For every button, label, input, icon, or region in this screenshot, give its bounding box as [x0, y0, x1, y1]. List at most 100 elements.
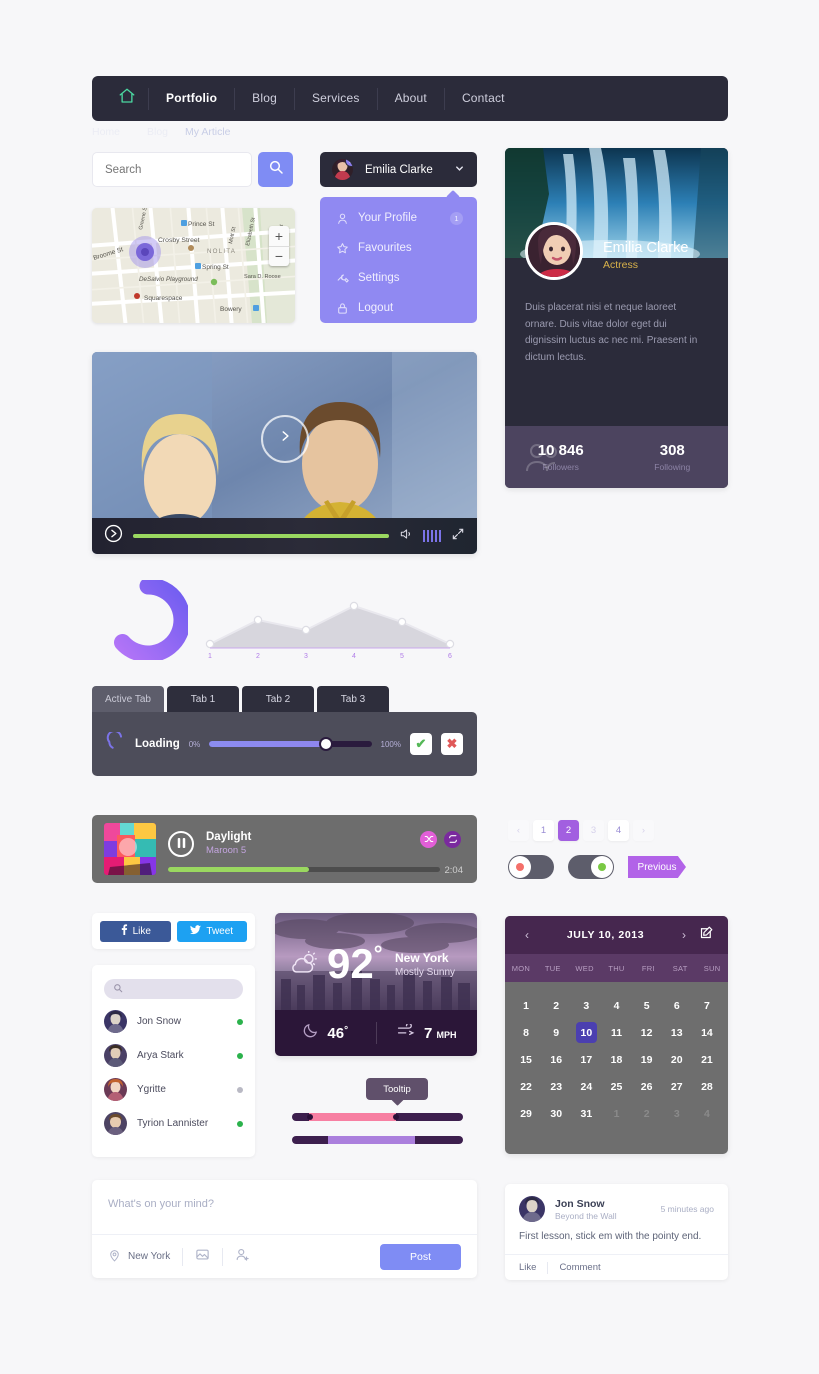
shuffle-button[interactable] — [420, 831, 437, 848]
calendar-day[interactable]: 22 — [511, 1073, 541, 1100]
expand-icon[interactable] — [451, 527, 465, 546]
nav-link-portfolio[interactable]: Portfolio — [149, 76, 234, 121]
dropdown-item-favourites[interactable]: Favourites — [320, 233, 477, 263]
calendar-day[interactable]: 4 — [601, 992, 631, 1019]
add-person-icon[interactable] — [235, 1247, 250, 1267]
calendar-day[interactable]: 9 — [541, 1019, 571, 1046]
calendar-day[interactable]: 18 — [601, 1046, 631, 1073]
calendar-day[interactable]: 16 — [541, 1046, 571, 1073]
music-play-pause-button[interactable] — [168, 831, 194, 857]
calendar-next-button[interactable]: › — [676, 928, 692, 942]
reject-button[interactable]: ✖ — [441, 733, 463, 755]
range-slider-2[interactable] — [292, 1136, 463, 1144]
calendar-day[interactable]: 11 — [601, 1019, 631, 1046]
user-dropdown-toggle[interactable]: 3 Emilia Clarke — [320, 152, 477, 187]
search-input[interactable] — [105, 163, 239, 176]
nav-link-services[interactable]: Services — [295, 76, 377, 121]
calendar-day[interactable]: 17 — [571, 1046, 601, 1073]
repeat-button[interactable] — [444, 831, 461, 848]
calendar-day[interactable]: 13 — [662, 1019, 692, 1046]
range-slider-1[interactable] — [292, 1113, 463, 1121]
calendar-day[interactable]: 15 — [511, 1046, 541, 1073]
breadcrumb-item-faded-a[interactable]: Home — [92, 126, 120, 138]
slider-knob[interactable] — [319, 737, 334, 751]
calendar-day[interactable]: 23 — [541, 1073, 571, 1100]
page-4[interactable]: 4 — [608, 820, 629, 841]
dropdown-item-your-profile[interactable]: Your Profile 1 — [320, 203, 477, 233]
map-zoom-out-button[interactable]: − — [269, 247, 289, 267]
nav-link-contact[interactable]: Contact — [445, 76, 522, 121]
breadcrumb-item-faded-b[interactable]: Blog — [147, 126, 168, 138]
image-icon[interactable] — [195, 1247, 210, 1267]
calendar-day[interactable]: 3 — [662, 1100, 692, 1127]
video-player[interactable] — [92, 352, 477, 554]
calendar-day[interactable]: 27 — [662, 1073, 692, 1100]
volume-level-bars[interactable] — [422, 530, 441, 542]
calendar-day[interactable]: 2 — [541, 992, 571, 1019]
contact-row[interactable]: Arya Stark — [104, 1044, 243, 1067]
page-3[interactable]: 3 — [583, 820, 604, 841]
calendar-day[interactable]: 2 — [632, 1100, 662, 1127]
facebook-like-button[interactable]: Like — [100, 920, 171, 942]
calendar-day[interactable]: 7 — [692, 992, 722, 1019]
breadcrumb-item-current[interactable]: My Article — [185, 126, 231, 138]
range-knob-left[interactable] — [307, 1114, 313, 1120]
page-1[interactable]: 1 — [533, 820, 554, 841]
calendar-day[interactable]: 12 — [632, 1019, 662, 1046]
calendar-day[interactable]: 1 — [601, 1100, 631, 1127]
home-button[interactable] — [106, 87, 148, 110]
map-widget[interactable]: Prince St Crosby Street NOLITA Spring St… — [92, 208, 295, 323]
calendar-day[interactable]: 5 — [632, 992, 662, 1019]
composer-location-button[interactable]: New York — [108, 1249, 170, 1265]
nav-link-blog[interactable]: Blog — [235, 76, 294, 121]
toggle-off[interactable] — [508, 855, 554, 879]
play-circle-icon[interactable] — [104, 524, 123, 548]
calendar-day[interactable]: 31 — [571, 1100, 601, 1127]
calendar-day[interactable]: 4 — [692, 1100, 722, 1127]
tab-3[interactable]: Tab 3 — [317, 686, 389, 712]
search-field-wrapper[interactable] — [92, 152, 252, 187]
nav-link-about[interactable]: About — [378, 76, 444, 121]
dropdown-item-logout[interactable]: Logout — [320, 293, 477, 323]
tab-1[interactable]: Tab 1 — [167, 686, 239, 712]
tab-active[interactable]: Active Tab — [92, 686, 164, 712]
calendar-prev-button[interactable]: ‹ — [519, 928, 535, 942]
speaker-icon[interactable] — [399, 527, 413, 546]
search-button[interactable] — [258, 152, 293, 187]
calendar-day-selected[interactable]: 10 — [571, 1019, 601, 1046]
post-button[interactable]: Post — [380, 1243, 461, 1270]
progress-slider[interactable] — [209, 737, 372, 751]
calendar-day[interactable]: 28 — [692, 1073, 722, 1100]
tab-2[interactable]: Tab 2 — [242, 686, 314, 712]
calendar-day[interactable]: 24 — [571, 1073, 601, 1100]
contact-row[interactable]: Jon Snow — [104, 1010, 243, 1033]
map-zoom-in-button[interactable]: + — [269, 226, 289, 247]
calendar-day[interactable]: 8 — [511, 1019, 541, 1046]
contacts-search-input[interactable] — [104, 979, 243, 999]
calendar-day[interactable]: 26 — [632, 1073, 662, 1100]
twitter-tweet-button[interactable]: Tweet — [176, 920, 247, 942]
page-next[interactable]: › — [633, 820, 654, 841]
music-progress-bar[interactable] — [168, 867, 440, 872]
page-2[interactable]: 2 — [558, 820, 579, 841]
calendar-day[interactable]: 6 — [662, 992, 692, 1019]
calendar-day[interactable]: 21 — [692, 1046, 722, 1073]
video-progress-bar[interactable] — [133, 534, 389, 538]
calendar-day[interactable]: 30 — [541, 1100, 571, 1127]
toggle-on[interactable] — [568, 855, 614, 879]
calendar-day[interactable]: 29 — [511, 1100, 541, 1127]
calendar-day[interactable]: 20 — [662, 1046, 692, 1073]
previous-button[interactable]: Previous — [628, 856, 686, 878]
composer-textarea[interactable]: What's on your mind? — [92, 1180, 477, 1228]
calendar-day[interactable]: 3 — [571, 992, 601, 1019]
range-knob-right[interactable] — [393, 1114, 399, 1120]
calendar-day[interactable]: 1 — [511, 992, 541, 1019]
video-play-button[interactable] — [260, 414, 309, 463]
accept-button[interactable]: ✔ — [410, 733, 432, 755]
comment-reply-button[interactable]: Comment — [559, 1262, 600, 1273]
calendar-day[interactable]: 25 — [601, 1073, 631, 1100]
contact-row[interactable]: Tyrion Lannister — [104, 1112, 243, 1135]
calendar-day[interactable]: 19 — [632, 1046, 662, 1073]
page-prev[interactable]: ‹ — [508, 820, 529, 841]
comment-like-button[interactable]: Like — [519, 1262, 536, 1273]
